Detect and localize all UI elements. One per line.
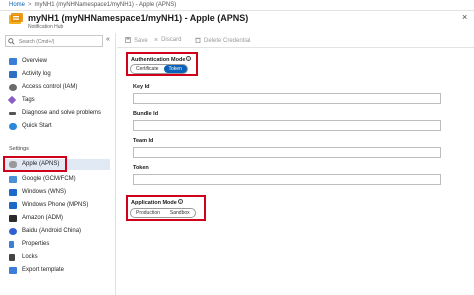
sidebar-item-label: Overview (22, 58, 48, 64)
export-template-icon (9, 267, 17, 274)
team-id-label: Team Id (133, 138, 154, 144)
search-icon (8, 38, 15, 45)
google-icon (9, 176, 17, 183)
wrench-icon (9, 112, 16, 115)
sidebar-item-label: Baidu (Android China) (22, 228, 82, 234)
sidebar-item-overview[interactable]: Overview (4, 56, 110, 67)
amazon-icon (9, 215, 17, 222)
sidebar-item-label: Google (GCM/FCM) (22, 176, 76, 182)
search-placeholder: Search (Cmd+/) (19, 39, 55, 45)
toolbar: Save × Discard Delete Credential (117, 33, 474, 48)
sidebar-item-label: Properties (22, 241, 50, 247)
page-subtitle: Notification Hub (28, 24, 64, 30)
windows-phone-icon (9, 202, 17, 209)
sidebar-item-baidu[interactable]: Baidu (Android China) (4, 226, 110, 237)
key-id-input[interactable] (133, 93, 441, 104)
main-content: Save × Discard Delete Credential Authenti… (117, 33, 474, 295)
delete-credential-label: Delete Credential (204, 38, 251, 44)
bundle-id-label: Bundle Id (133, 111, 159, 117)
sidebar-item-amazon[interactable]: Amazon (ADM) (4, 213, 110, 224)
save-button[interactable]: Save (125, 37, 148, 44)
application-mode-highlight (126, 195, 206, 221)
sidebar-item-export-template[interactable]: Export template (4, 265, 110, 276)
apple-apns-highlight (3, 156, 67, 172)
windows-icon (9, 189, 17, 196)
sidebar-item-quick-start[interactable]: Quick Start (4, 121, 110, 132)
trash-icon (195, 37, 201, 43)
properties-icon (9, 241, 14, 248)
breadcrumb-separator: > (28, 2, 32, 8)
settings-section-label: Settings (9, 146, 29, 152)
breadcrumb: Home > myNH1 (myNHNamespace1/myNH1) - Appl… (0, 0, 474, 11)
team-id-input[interactable] (133, 147, 441, 158)
breadcrumb-current: myNH1 (myNHNamespace1/myNH1) - Apple (AP… (34, 2, 177, 8)
key-id-label: Key Id (133, 84, 150, 90)
cloud-icon (9, 123, 17, 130)
sidebar-item-label: Amazon (ADM) (22, 215, 64, 221)
sidebar-item-windows-phone[interactable]: Windows Phone (MPNS) (4, 200, 110, 211)
overview-icon (9, 58, 17, 65)
sidebar-item-properties[interactable]: Properties (4, 239, 110, 250)
discard-button[interactable]: × Discard (154, 37, 181, 44)
save-label: Save (134, 38, 148, 44)
breadcrumb-home-link[interactable]: Home (9, 2, 25, 8)
token-label: Token (133, 165, 149, 171)
sidebar-item-access-control[interactable]: Access control (IAM) (4, 82, 110, 93)
close-icon[interactable]: × (462, 12, 467, 22)
notification-hub-icon (9, 13, 23, 24)
sidebar-item-diagnose[interactable]: Diagnose and solve problems (4, 108, 110, 119)
lock-icon (9, 254, 15, 261)
authentication-mode-highlight (126, 52, 198, 76)
search-input[interactable]: Search (Cmd+/) (5, 35, 103, 47)
sidebar-item-locks[interactable]: Locks (4, 252, 110, 263)
baidu-icon (9, 228, 17, 235)
sidebar: Search (Cmd+/) « Overview Activity log A… (0, 33, 116, 295)
sidebar-item-label: Windows (WNS) (22, 189, 67, 195)
activity-log-icon (9, 71, 17, 78)
sidebar-item-label: Locks (22, 254, 38, 260)
sidebar-item-activity-log[interactable]: Activity log (4, 69, 110, 80)
sidebar-item-label: Diagnose and solve problems (22, 110, 102, 116)
sidebar-item-label: Access control (IAM) (22, 84, 78, 90)
blade-header: myNH1 (myNHNamespace1/myNH1) - Apple (AP… (0, 11, 474, 32)
bundle-id-input[interactable] (133, 120, 441, 131)
token-input[interactable] (133, 174, 441, 185)
sidebar-item-label: Export template (22, 267, 65, 273)
save-icon (125, 37, 131, 43)
sidebar-item-label: Windows Phone (MPNS) (22, 202, 89, 208)
page-title: myNH1 (myNHNamespace1/myNH1) - Apple (AP… (28, 13, 249, 23)
sidebar-item-label: Quick Start (22, 123, 52, 129)
tag-icon (7, 95, 17, 105)
delete-credential-button[interactable]: Delete Credential (195, 37, 250, 44)
collapse-sidebar-icon[interactable]: « (106, 36, 110, 43)
sidebar-item-google[interactable]: Google (GCM/FCM) (4, 174, 110, 185)
access-control-icon (9, 84, 17, 91)
discard-icon: × (154, 37, 159, 44)
sidebar-item-windows-wns[interactable]: Windows (WNS) (4, 187, 110, 198)
sidebar-item-label: Activity log (22, 71, 51, 77)
discard-label: Discard (161, 37, 182, 43)
sidebar-item-label: Tags (22, 97, 35, 103)
sidebar-item-tags[interactable]: Tags (4, 95, 110, 106)
